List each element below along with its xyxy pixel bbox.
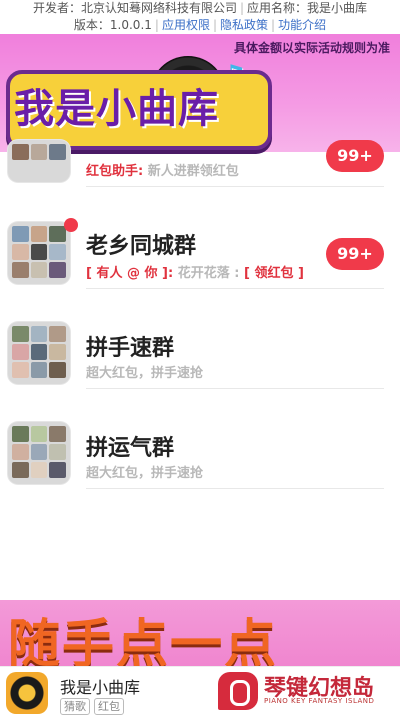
chat-message: [ 有人 @ 你 ]: 花开花落 : [ 领红包 ]	[86, 262, 304, 281]
chat-message: 超大红包，拼手速抢	[86, 466, 204, 481]
brand-subtitle: PIANO KEY FANTASY ISLAND	[264, 697, 375, 705]
brand-logo-icon	[218, 672, 258, 710]
mention-tag: [ 有人 @ 你 ]:	[86, 266, 174, 281]
chat-row[interactable]: 老乡同城群 [ 有人 @ 你 ]: 花开花落 : [ 领红包 ] 99+	[0, 218, 400, 318]
group-name: 老乡同城群	[86, 234, 197, 259]
chat-message: 红包助手: 新人进群领红包	[86, 160, 239, 179]
chat-row[interactable]: 拼运气群 超大红包，拼手速抢	[0, 418, 400, 518]
app-tag: 猜歌	[60, 698, 90, 715]
message-sender: 红包助手:	[86, 164, 144, 179]
row-divider	[86, 388, 384, 389]
group-avatar	[8, 222, 70, 284]
unread-badge: 99+	[326, 140, 384, 172]
privacy-link[interactable]: 隐私政策	[220, 18, 268, 32]
group-avatar	[8, 422, 70, 484]
unread-badge: 99+	[326, 238, 384, 270]
group-name: 拼手速群	[86, 336, 175, 361]
app-tags: 猜歌 红包	[60, 695, 128, 715]
group-name: 拼运气群	[86, 436, 175, 461]
features-link[interactable]: 功能介绍	[278, 18, 326, 32]
group-avatar	[8, 322, 70, 384]
row-divider	[86, 288, 384, 289]
hero-title: 我是小曲库	[14, 86, 219, 132]
row-divider	[86, 186, 384, 187]
message-text: 花开花落 :	[177, 266, 240, 281]
chat-row[interactable]: 拼手速群 超大红包，拼手速抢	[0, 318, 400, 418]
version-text: 版本：1.0.0.1	[73, 18, 152, 32]
group-avatar	[8, 140, 70, 182]
app-tag: 红包	[94, 698, 124, 715]
developer-info-bar: 开发者：北京认知蓦网络科技有限公司 | 应用名称：我是小曲库 版本：1.0.0.1 |…	[0, 0, 400, 34]
row-divider	[86, 488, 384, 489]
app-name-text: 应用名称：我是小曲库	[247, 1, 368, 15]
red-packet-tag: [ 领红包 ]	[243, 266, 304, 281]
app-icon[interactable]	[6, 672, 48, 714]
developer-text: 开发者：北京认知蓦网络科技有限公司	[32, 1, 237, 15]
unread-dot	[64, 218, 78, 232]
message-text: 新人进群领红包	[147, 164, 239, 179]
disclaimer-text: 具体金额以实际活动规则为准	[233, 41, 390, 55]
chat-message: 超大红包，拼手速抢	[86, 366, 204, 381]
permissions-link[interactable]: 应用权限	[162, 18, 210, 32]
